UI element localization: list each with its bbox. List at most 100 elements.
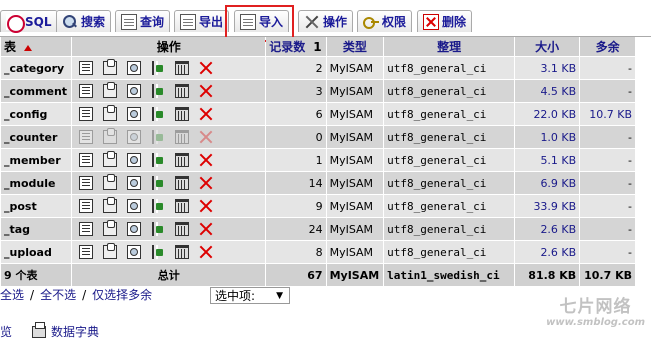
search-table-icon[interactable] — [127, 130, 142, 144]
browse-icon[interactable] — [79, 245, 94, 259]
structure-icon[interactable] — [103, 151, 118, 167]
insert-icon[interactable] — [151, 84, 165, 98]
search-table-icon[interactable] — [127, 199, 142, 213]
search-table-icon[interactable] — [127, 153, 142, 167]
structure-icon[interactable] — [103, 82, 118, 98]
drop-table-icon[interactable] — [199, 199, 213, 213]
empty-icon[interactable] — [175, 222, 190, 236]
empty-icon[interactable] — [175, 176, 190, 190]
drop-table-icon[interactable] — [199, 61, 213, 75]
drop-table-icon[interactable] — [199, 222, 213, 236]
empty-icon[interactable] — [175, 130, 190, 144]
drop-table-icon[interactable] — [199, 245, 213, 259]
insert-icon[interactable] — [151, 245, 165, 259]
tab-privileges[interactable]: 权限 — [357, 10, 413, 32]
select-none-link[interactable]: 全不选 — [40, 286, 76, 303]
insert-icon[interactable] — [151, 222, 165, 236]
size-link[interactable]: 6.9 KB — [515, 172, 580, 194]
tab-sql[interactable]: SQL — [0, 10, 58, 33]
empty-icon[interactable] — [175, 199, 190, 213]
browse-icon[interactable] — [79, 61, 94, 75]
size-link[interactable]: 5.1 KB — [515, 149, 580, 171]
table-name-link[interactable]: _comment — [1, 80, 72, 102]
drop-table-icon[interactable] — [199, 84, 213, 98]
table-row: _post 9 MyISAM utf8_general_ci 33.9 KB - — [1, 195, 635, 217]
browse-icon[interactable] — [79, 130, 94, 144]
structure-icon[interactable] — [103, 105, 118, 121]
insert-icon[interactable] — [151, 199, 165, 213]
total-overhead: 10.7 KB — [580, 264, 635, 286]
structure-icon[interactable] — [103, 174, 118, 190]
data-dictionary-link[interactable]: 数据字典 — [51, 323, 99, 340]
browse-icon[interactable] — [79, 222, 94, 236]
tab-label: 导出 — [199, 15, 224, 29]
table-name-link[interactable]: _config — [1, 103, 72, 125]
structure-icon[interactable] — [103, 197, 118, 213]
select-overhead-link[interactable]: 仅选择多余 — [92, 286, 152, 303]
table-name-link[interactable]: _upload — [1, 241, 72, 263]
print-view-link[interactable]: 览 — [0, 323, 12, 340]
tab-operations[interactable]: 操作 — [298, 10, 354, 32]
table-name-link[interactable]: _counter — [1, 126, 72, 148]
total-row: 9 个表 总计 67 MyISAM latin1_swedish_ci 81.8 KB 10… — [1, 264, 635, 286]
drop-table-icon[interactable] — [199, 176, 213, 190]
tab-bar: SQL 搜索 查询 导出 导入 操作 权限 删除 — [0, 0, 651, 37]
size-link[interactable]: 3.1 KB — [515, 57, 580, 79]
size-link[interactable]: 1.0 KB — [515, 126, 580, 148]
structure-icon[interactable] — [103, 59, 118, 75]
browse-icon[interactable] — [79, 107, 94, 121]
structure-icon[interactable] — [103, 220, 118, 236]
browse-icon[interactable] — [79, 84, 94, 98]
size-link[interactable]: 2.6 KB — [515, 218, 580, 240]
with-selected-dropdown[interactable]: 选中项: ▼ — [210, 287, 290, 304]
search-table-icon[interactable] — [127, 176, 142, 190]
insert-icon[interactable] — [151, 107, 165, 121]
size-link[interactable]: 2.6 KB — [515, 241, 580, 263]
empty-icon[interactable] — [175, 84, 190, 98]
size-link[interactable]: 4.5 KB — [515, 80, 580, 102]
col-header-records[interactable]: 记录数 1 — [266, 37, 326, 56]
insert-icon[interactable] — [151, 61, 165, 75]
search-table-icon[interactable] — [127, 107, 142, 121]
col-header-size[interactable]: 大小 — [515, 37, 580, 56]
tab-drop[interactable]: 删除 — [417, 10, 473, 32]
empty-icon[interactable] — [175, 245, 190, 259]
tab-query[interactable]: 查询 — [115, 10, 171, 32]
search-table-icon[interactable] — [127, 222, 142, 236]
browse-icon[interactable] — [79, 153, 94, 167]
select-all-link[interactable]: 全选 — [0, 286, 24, 303]
table-name-link[interactable]: _post — [1, 195, 72, 217]
table-name-link[interactable]: _member — [1, 149, 72, 171]
browse-icon[interactable] — [79, 176, 94, 190]
col-header-table[interactable]: 表 — [1, 37, 72, 56]
col-header-type[interactable]: 类型 — [326, 37, 384, 56]
empty-icon[interactable] — [175, 107, 190, 121]
tab-search[interactable]: 搜索 — [56, 10, 112, 32]
table-name-link[interactable]: _tag — [1, 218, 72, 240]
empty-icon[interactable] — [175, 61, 190, 75]
search-table-icon[interactable] — [127, 84, 142, 98]
drop-table-icon[interactable] — [199, 107, 213, 121]
overhead-cell: - — [580, 57, 635, 79]
insert-icon[interactable] — [151, 176, 165, 190]
empty-icon[interactable] — [175, 153, 190, 167]
overhead-cell[interactable]: 10.7 KB — [580, 103, 635, 125]
structure-icon[interactable] — [103, 243, 118, 259]
size-link[interactable]: 22.0 KB — [515, 103, 580, 125]
col-header-overhead[interactable]: 多余 — [580, 37, 635, 56]
structure-icon[interactable] — [103, 128, 118, 144]
drop-table-icon[interactable] — [199, 153, 213, 167]
size-link[interactable]: 33.9 KB — [515, 195, 580, 217]
col-header-collation[interactable]: 整理 — [384, 37, 515, 56]
table-name-link[interactable]: _category — [1, 57, 72, 79]
sort-ascending-icon[interactable] — [24, 44, 33, 51]
search-table-icon[interactable] — [127, 61, 142, 75]
browse-icon[interactable] — [79, 199, 94, 213]
row-actions — [72, 241, 266, 263]
insert-icon[interactable] — [151, 153, 165, 167]
insert-icon[interactable] — [151, 130, 165, 144]
search-table-icon[interactable] — [127, 245, 142, 259]
tab-export[interactable]: 导出 — [174, 10, 230, 32]
table-name-link[interactable]: _module — [1, 172, 72, 194]
drop-table-icon[interactable] — [199, 130, 213, 144]
